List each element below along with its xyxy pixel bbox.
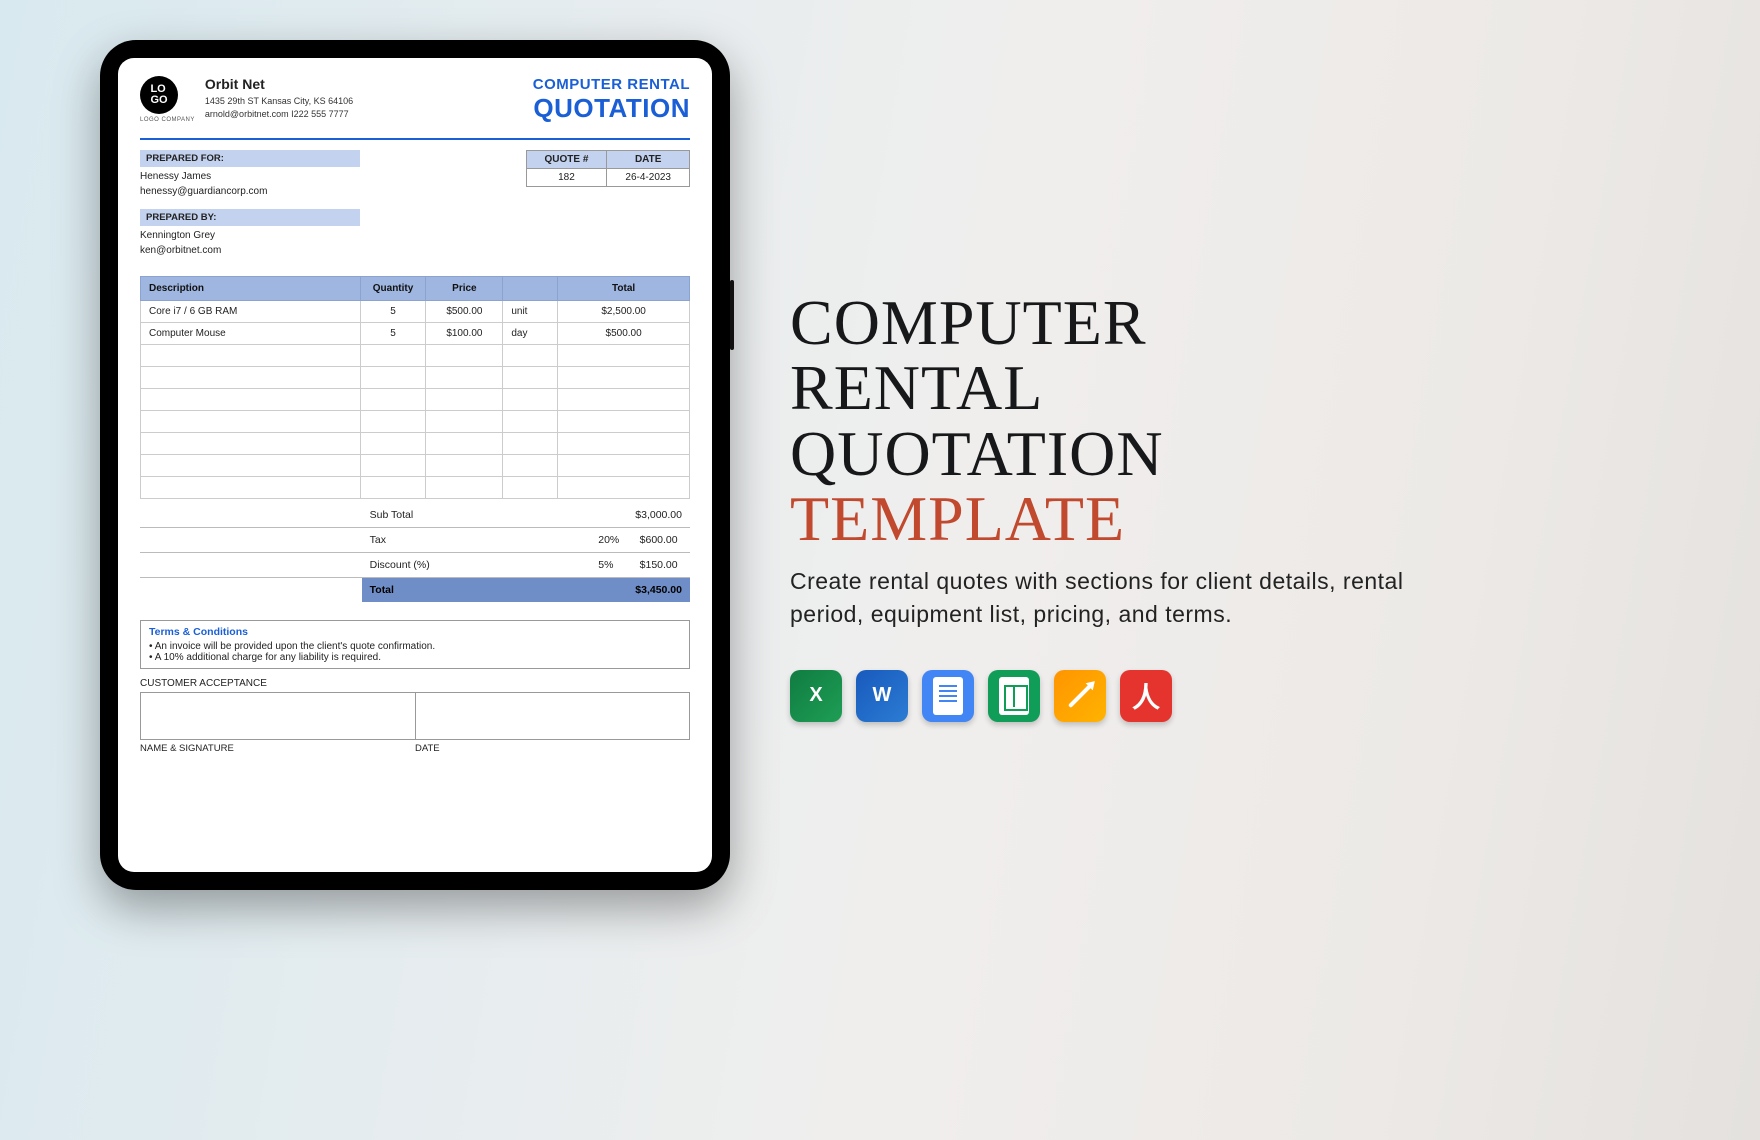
- table-row-empty: [141, 433, 690, 455]
- pages-icon[interactable]: [1054, 670, 1106, 722]
- grand-total-value: $3,450.00: [627, 578, 690, 603]
- cell-quantity: 5: [360, 323, 426, 345]
- col-unit: [503, 277, 558, 301]
- table-row: Core i7 / 6 GB RAM5$500.00unit$2,500.00: [141, 301, 690, 323]
- cell-total: $2,500.00: [558, 301, 690, 323]
- cell-unit: unit: [503, 301, 558, 323]
- tax-value: $600.00: [627, 528, 690, 553]
- cell-unit: day: [503, 323, 558, 345]
- prepared-for-label: PREPARED FOR:: [140, 150, 360, 167]
- prepared-by-name: Kennington Grey: [140, 229, 360, 244]
- terms-box: Terms & Conditions • An invoice will be …: [140, 620, 690, 669]
- cell-quantity: 5: [360, 301, 426, 323]
- app-icons-row: X W 人: [790, 670, 1430, 722]
- title-line2: QUOTATION: [533, 93, 690, 124]
- table-row-empty: [141, 411, 690, 433]
- prepared-for-email: henessy@guardiancorp.com: [140, 185, 360, 200]
- subtotal-value: $3,000.00: [627, 503, 690, 528]
- tax-label: Tax: [362, 528, 591, 553]
- table-row-empty: [141, 367, 690, 389]
- company-contact: arnold@orbitnet.com I222 555 7777: [205, 108, 353, 121]
- col-description: Description: [141, 277, 361, 301]
- terms-line: • A 10% additional charge for any liabil…: [149, 652, 681, 663]
- company-name: Orbit Net: [205, 76, 353, 92]
- company-info: Orbit Net 1435 29th ST Kansas City, KS 6…: [205, 76, 353, 120]
- table-row-empty: [141, 477, 690, 499]
- cell-total: $500.00: [558, 323, 690, 345]
- document-title: COMPUTER RENTAL QUOTATION: [533, 76, 690, 124]
- col-price: Price: [426, 277, 503, 301]
- prepared-by-label: PREPARED BY:: [140, 209, 360, 226]
- tablet-frame: LOGO LOGO COMPANY Orbit Net 1435 29th ST…: [100, 40, 730, 890]
- cell-description: Core i7 / 6 GB RAM: [141, 301, 361, 323]
- promo-panel: COMPUTER RENTAL QUOTATION TEMPLATE Creat…: [790, 290, 1430, 722]
- signature-name-cell[interactable]: [140, 692, 416, 740]
- discount-value: $150.00: [627, 553, 690, 578]
- table-row: Computer Mouse5$100.00day$500.00: [141, 323, 690, 345]
- table-row-empty: [141, 455, 690, 477]
- totals-section: Sub Total $3,000.00 Tax 20% $600.00 Disc…: [140, 503, 690, 602]
- prepared-by: PREPARED BY: Kennington Grey ken@orbitne…: [140, 209, 360, 258]
- divider: [140, 138, 690, 140]
- prepared-for: PREPARED FOR: Henessy James henessy@guar…: [140, 150, 360, 199]
- cell-price: $100.00: [426, 323, 503, 345]
- promo-title-line4: TEMPLATE: [790, 483, 1125, 554]
- title-line1: COMPUTER RENTAL: [533, 76, 690, 93]
- discount-pct: 5%: [590, 553, 627, 578]
- signature-row: [140, 692, 690, 740]
- quote-date-value: 26-4-2023: [607, 169, 690, 187]
- pdf-icon[interactable]: 人: [1120, 670, 1172, 722]
- grand-total-label: Total: [362, 578, 591, 603]
- meta-row: PREPARED FOR: Henessy James henessy@guar…: [140, 150, 690, 258]
- cell-price: $500.00: [426, 301, 503, 323]
- word-icon[interactable]: W: [856, 670, 908, 722]
- prepared-for-name: Henessy James: [140, 170, 360, 185]
- google-sheets-icon[interactable]: [988, 670, 1040, 722]
- promo-title: COMPUTER RENTAL QUOTATION TEMPLATE: [790, 290, 1430, 551]
- signature-date-label: DATE: [415, 743, 690, 754]
- logo-text-bottom: GO: [150, 94, 167, 106]
- table-row-empty: [141, 389, 690, 411]
- logo-caption: LOGO COMPANY: [140, 117, 195, 123]
- logo: LOGO LOGO COMPANY: [140, 76, 195, 123]
- document-screen: LOGO LOGO COMPANY Orbit Net 1435 29th ST…: [118, 58, 712, 872]
- terms-line: • An invoice will be provided upon the c…: [149, 641, 681, 652]
- line-items-table: Description Quantity Price Total Core i7…: [140, 276, 690, 499]
- col-total: Total: [558, 277, 690, 301]
- signature-labels: NAME & SIGNATURE DATE: [140, 743, 690, 754]
- quote-meta-table: QUOTE # DATE 182 26-4-2023: [526, 150, 691, 187]
- quote-date-header: DATE: [607, 151, 690, 169]
- prepared-by-email: ken@orbitnet.com: [140, 244, 360, 259]
- prepared-section: PREPARED FOR: Henessy James henessy@guar…: [140, 150, 360, 258]
- promo-description: Create rental quotes with sections for c…: [790, 565, 1430, 632]
- company-block: LOGO LOGO COMPANY Orbit Net 1435 29th ST…: [140, 76, 353, 123]
- tax-pct: 20%: [590, 528, 627, 553]
- promo-title-line1: COMPUTER: [790, 287, 1147, 358]
- company-address: 1435 29th ST Kansas City, KS 64106: [205, 95, 353, 108]
- signature-date-cell[interactable]: [416, 692, 691, 740]
- subtotal-label: Sub Total: [362, 503, 591, 528]
- logo-icon: LOGO: [140, 76, 178, 114]
- cell-description: Computer Mouse: [141, 323, 361, 345]
- promo-title-line2: RENTAL: [790, 352, 1043, 423]
- promo-title-line3: QUOTATION: [790, 418, 1164, 489]
- quote-number-value: 182: [526, 169, 607, 187]
- excel-icon[interactable]: X: [790, 670, 842, 722]
- table-row-empty: [141, 345, 690, 367]
- terms-title: Terms & Conditions: [149, 626, 681, 638]
- google-docs-icon[interactable]: [922, 670, 974, 722]
- quote-number-header: QUOTE #: [526, 151, 607, 169]
- document-header: LOGO LOGO COMPANY Orbit Net 1435 29th ST…: [140, 76, 690, 132]
- col-quantity: Quantity: [360, 277, 426, 301]
- discount-label: Discount (%): [362, 553, 591, 578]
- acceptance-header: CUSTOMER ACCEPTANCE: [140, 675, 690, 692]
- signature-name-label: NAME & SIGNATURE: [140, 743, 415, 754]
